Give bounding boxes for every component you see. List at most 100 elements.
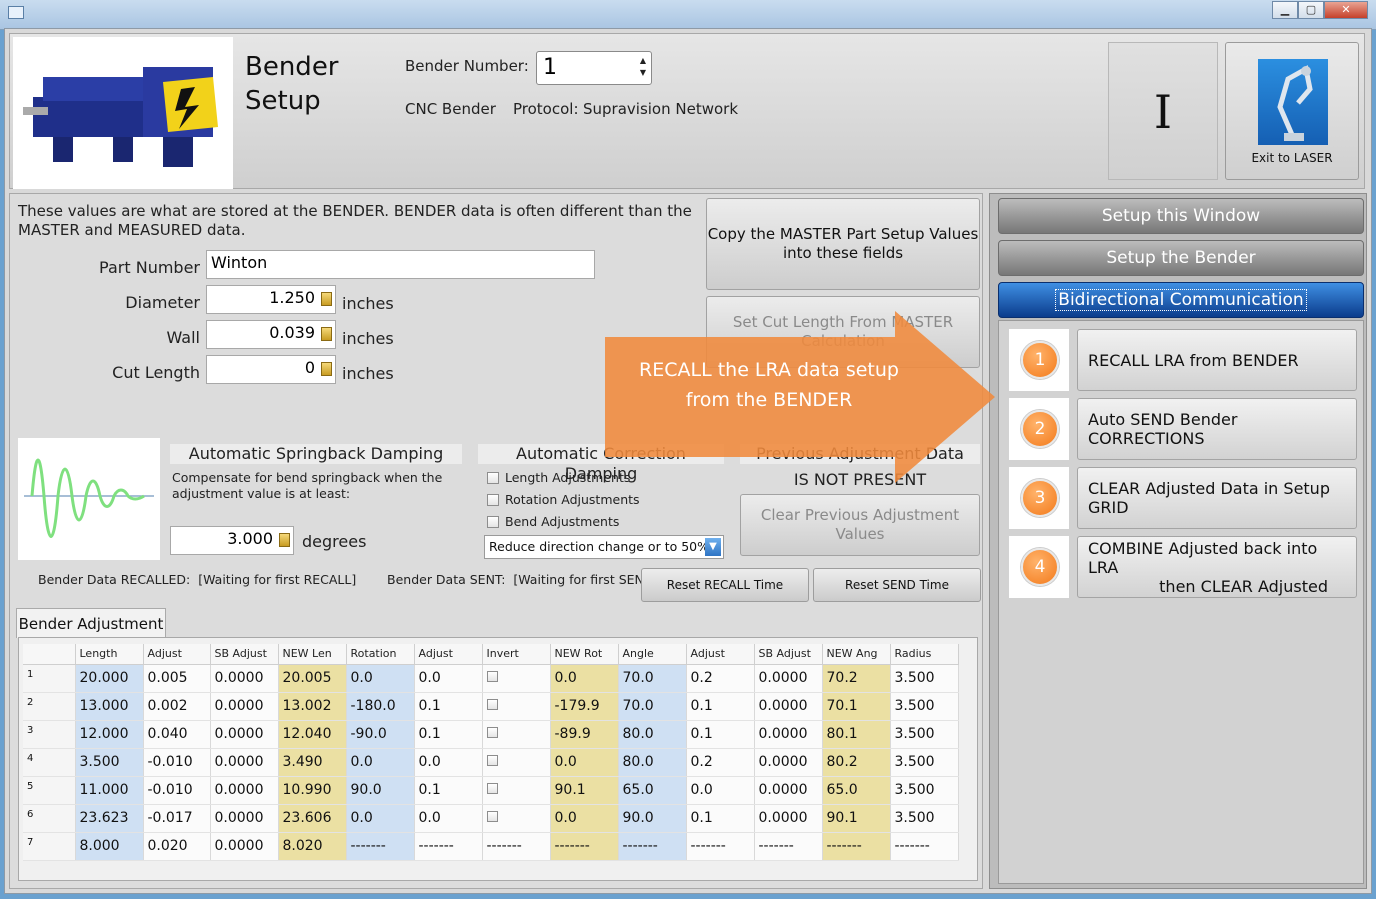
- grid-cell[interactable]: [482, 776, 551, 805]
- grid-cell[interactable]: 90.0: [346, 776, 415, 805]
- grid-cell[interactable]: 3.500: [890, 720, 959, 749]
- grid-cell[interactable]: 0.002: [143, 692, 211, 721]
- cut-length-input[interactable]: 0: [206, 355, 336, 384]
- grid-cell[interactable]: 0.0000: [754, 720, 823, 749]
- step-button-4[interactable]: COMBINE Adjusted back into LRA then CLEAR…: [1077, 536, 1357, 598]
- grid-cell[interactable]: 70.1: [822, 692, 891, 721]
- calculator-icon[interactable]: [321, 362, 332, 376]
- grid-cell[interactable]: -------: [346, 832, 415, 861]
- grid-cell[interactable]: 0.0: [686, 776, 755, 805]
- grid-cell[interactable]: 0.2: [686, 664, 755, 693]
- grid-cell[interactable]: 13.002: [278, 692, 347, 721]
- grid-cell[interactable]: 11.000: [75, 776, 144, 805]
- grid-cell[interactable]: 65.0: [618, 776, 687, 805]
- damping-mode-dropdown[interactable]: Reduce direction change or to 50% ▼: [484, 535, 724, 559]
- grid-cell[interactable]: [482, 720, 551, 749]
- bidirectional-communication-button[interactable]: Bidirectional Communication: [998, 282, 1364, 318]
- grid-cell[interactable]: 3.500: [890, 748, 959, 777]
- grid-cell[interactable]: 0.0: [550, 664, 619, 693]
- grid-cell[interactable]: 0.0: [346, 804, 415, 833]
- grid-cell[interactable]: -------: [754, 832, 823, 861]
- column-header[interactable]: Length: [75, 644, 144, 665]
- grid-cell[interactable]: 0.040: [143, 720, 211, 749]
- grid-cell[interactable]: 3.500: [890, 776, 959, 805]
- invert-checkbox[interactable]: [486, 755, 498, 766]
- grid-cell[interactable]: 12.040: [278, 720, 347, 749]
- column-header[interactable]: SB Adjust: [754, 644, 823, 665]
- column-header[interactable]: Invert: [482, 644, 551, 665]
- grid-cell[interactable]: -------: [414, 832, 483, 861]
- exit-to-laser-button[interactable]: Exit to LASER: [1225, 42, 1359, 180]
- grid-cell[interactable]: -180.0: [346, 692, 415, 721]
- grid-cell[interactable]: 0.0000: [754, 776, 823, 805]
- grid-cell[interactable]: 10.990: [278, 776, 347, 805]
- reset-recall-time-button[interactable]: Reset RECALL Time: [641, 568, 809, 602]
- grid-cell[interactable]: [482, 804, 551, 833]
- grid-cell[interactable]: 0.0: [550, 748, 619, 777]
- grid-cell[interactable]: 3.500: [890, 692, 959, 721]
- column-header[interactable]: SB Adjust: [210, 644, 279, 665]
- invert-checkbox[interactable]: [486, 699, 498, 710]
- grid-cell[interactable]: 0.0000: [210, 664, 279, 693]
- bend-adjustments-checkbox[interactable]: [487, 516, 499, 528]
- grid-cell[interactable]: 0.0000: [754, 692, 823, 721]
- grid-cell[interactable]: -0.010: [143, 776, 211, 805]
- column-header[interactable]: NEW Rot: [550, 644, 619, 665]
- column-header[interactable]: Angle: [618, 644, 687, 665]
- grid-cell[interactable]: 8.020: [278, 832, 347, 861]
- grid-cell[interactable]: 3.500: [890, 804, 959, 833]
- grid-cell[interactable]: -------: [686, 832, 755, 861]
- grid-cell[interactable]: 3.500: [890, 664, 959, 693]
- step-button-1[interactable]: RECALL LRA from BENDER: [1077, 329, 1357, 391]
- grid-cell[interactable]: 20.000: [75, 664, 144, 693]
- grid-cell[interactable]: 0.2: [686, 748, 755, 777]
- springback-value-input[interactable]: 3.000: [170, 526, 294, 555]
- column-header[interactable]: NEW Ang: [822, 644, 891, 665]
- column-header[interactable]: Adjust: [143, 644, 211, 665]
- column-header[interactable]: Adjust: [686, 644, 755, 665]
- grid-cell[interactable]: 0.0: [414, 748, 483, 777]
- grid-cell[interactable]: 0.1: [686, 720, 755, 749]
- grid-cell[interactable]: 0.0: [346, 664, 415, 693]
- invert-checkbox[interactable]: [486, 811, 498, 822]
- grid-cell[interactable]: 70.0: [618, 664, 687, 693]
- grid-cell[interactable]: 23.623: [75, 804, 144, 833]
- grid-cell[interactable]: 70.2: [822, 664, 891, 693]
- grid-cell[interactable]: 0.0000: [754, 804, 823, 833]
- clear-previous-button[interactable]: Clear Previous Adjustment Values: [740, 494, 980, 556]
- grid-cell[interactable]: 3.490: [278, 748, 347, 777]
- grid-cell[interactable]: 90.1: [550, 776, 619, 805]
- part-number-input[interactable]: Winton: [206, 250, 595, 279]
- rotation-adjustments-checkbox[interactable]: [487, 494, 499, 506]
- grid-cell[interactable]: 0.1: [686, 804, 755, 833]
- copy-master-button[interactable]: Copy the MASTER Part Setup Values into t…: [706, 198, 980, 290]
- grid-cell[interactable]: 0.0000: [210, 776, 279, 805]
- grid-cell[interactable]: 0.020: [143, 832, 211, 861]
- grid-cell[interactable]: 0.0000: [210, 720, 279, 749]
- grid-cell[interactable]: -89.9: [550, 720, 619, 749]
- setup-bender-button[interactable]: Setup the Bender: [998, 240, 1364, 276]
- grid-cell[interactable]: 0.0000: [210, 832, 279, 861]
- grid-cell[interactable]: 8.000: [75, 832, 144, 861]
- grid-cell[interactable]: 80.0: [618, 720, 687, 749]
- grid-cell[interactable]: -------: [822, 832, 891, 861]
- grid-cell[interactable]: 80.2: [822, 748, 891, 777]
- invert-checkbox[interactable]: [486, 671, 498, 682]
- chevron-down-icon[interactable]: ▼: [705, 538, 721, 556]
- wall-input[interactable]: 0.039: [206, 320, 336, 349]
- column-header[interactable]: Radius: [890, 644, 959, 665]
- minimize-button[interactable]: ▁: [1272, 1, 1298, 19]
- grid-cell[interactable]: 3.500: [75, 748, 144, 777]
- grid-cell[interactable]: 20.005: [278, 664, 347, 693]
- grid-cell[interactable]: 0.1: [414, 720, 483, 749]
- grid-cell[interactable]: 0.0000: [210, 692, 279, 721]
- grid-cell[interactable]: 0.1: [686, 692, 755, 721]
- grid-cell[interactable]: -179.9: [550, 692, 619, 721]
- grid-cell[interactable]: 0.0000: [754, 664, 823, 693]
- grid-cell[interactable]: 12.000: [75, 720, 144, 749]
- grid-cell[interactable]: 70.0: [618, 692, 687, 721]
- invert-checkbox[interactable]: [486, 783, 498, 794]
- step-button-3[interactable]: CLEAR Adjusted Data in Setup GRID: [1077, 467, 1357, 529]
- grid-cell[interactable]: 90.0: [618, 804, 687, 833]
- grid-cell[interactable]: -0.010: [143, 748, 211, 777]
